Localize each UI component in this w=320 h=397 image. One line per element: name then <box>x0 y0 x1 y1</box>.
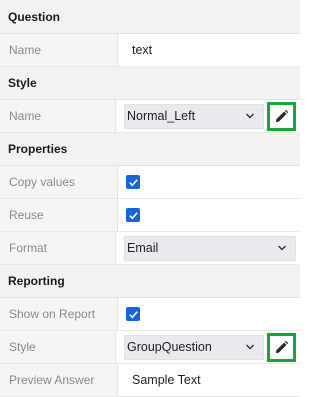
row-format: Format Email <box>0 232 300 265</box>
section-header-style: Style <box>0 67 300 100</box>
pencil-icon <box>275 109 289 122</box>
chevron-down-icon <box>246 113 254 119</box>
label-preview-answer: Preview Answer <box>0 364 118 396</box>
edit-reporting-style-button[interactable] <box>267 332 296 362</box>
format-select[interactable]: Email <box>124 235 296 261</box>
row-show-on-report: Show on Report <box>0 298 300 331</box>
question-name-value[interactable]: text <box>126 43 152 57</box>
row-question-name: Name text <box>0 34 300 67</box>
reuse-cell <box>118 199 300 231</box>
format-selected: Email <box>127 241 159 255</box>
preview-answer-value[interactable]: Sample Text <box>126 373 201 387</box>
row-reporting-style: Style GroupQuestion <box>0 331 300 364</box>
style-name-select[interactable]: Normal_Left <box>124 103 264 129</box>
properties-panel: Question Name text Style Name Normal_Lef… <box>0 0 300 397</box>
show-on-report-checkbox[interactable] <box>126 307 140 321</box>
pencil-icon <box>275 340 289 353</box>
label-reporting-style: Style <box>0 331 116 363</box>
section-header-reporting: Reporting <box>0 265 300 298</box>
style-name-selected: Normal_Left <box>127 109 196 123</box>
style-name-cell: Normal_Left <box>116 100 300 132</box>
format-cell: Email <box>116 232 300 264</box>
preview-answer-field[interactable]: Sample Text <box>118 364 300 396</box>
check-icon <box>128 211 138 219</box>
row-reuse: Reuse <box>0 199 300 232</box>
label-format: Format <box>0 232 116 264</box>
question-name-field[interactable]: text <box>118 34 300 66</box>
chevron-down-icon <box>246 344 254 350</box>
label-copy-values: Copy values <box>0 166 118 198</box>
section-header-question: Question <box>0 0 300 34</box>
label-show-on-report: Show on Report <box>0 298 118 330</box>
check-icon <box>128 178 138 186</box>
label-question-name: Name <box>0 34 118 66</box>
copy-values-cell <box>118 166 300 198</box>
reporting-style-selected: GroupQuestion <box>127 340 212 354</box>
edit-style-button[interactable] <box>267 101 296 131</box>
row-preview-answer: Preview Answer Sample Text <box>0 364 300 397</box>
label-style-name: Name <box>0 100 116 132</box>
chevron-down-icon <box>278 245 286 251</box>
show-on-report-cell <box>118 298 300 330</box>
reporting-style-select[interactable]: GroupQuestion <box>124 334 264 360</box>
label-reuse: Reuse <box>0 199 118 231</box>
reporting-style-cell: GroupQuestion <box>116 331 300 363</box>
section-header-properties: Properties <box>0 133 300 166</box>
row-copy-values: Copy values <box>0 166 300 199</box>
reuse-checkbox[interactable] <box>126 208 140 222</box>
row-style-name: Name Normal_Left <box>0 100 300 133</box>
check-icon <box>128 310 138 318</box>
copy-values-checkbox[interactable] <box>126 175 140 189</box>
